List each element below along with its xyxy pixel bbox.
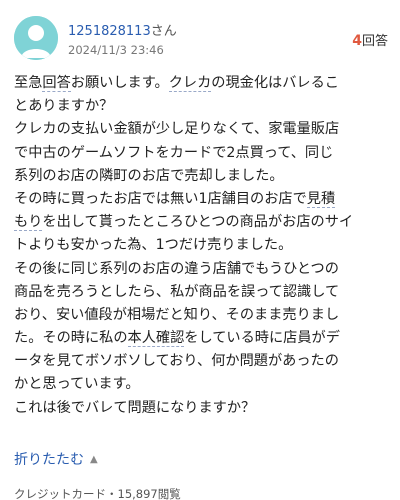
question-text: を出して貰ったところひとつの商品がお店のサイ	[42, 214, 354, 231]
user-honorific: さん	[150, 24, 177, 39]
question-line: かと思っています。	[14, 373, 390, 396]
user-name[interactable]: 1251828113	[68, 24, 151, 39]
question-text: おり、安い値段が相場だと知り、そのまま売りまし	[14, 306, 340, 323]
caret-up-icon: ▲	[90, 454, 98, 465]
keyword-link[interactable]: 本人確認	[127, 330, 185, 348]
question-line: 系列のお店の隣町のお店で売却しました。	[14, 165, 390, 188]
keyword-link[interactable]: 見積	[306, 190, 336, 208]
question-line: クレカの支払い金額が少し足りなくて、家電量販店	[14, 118, 390, 141]
answer-count-suffix: 回答	[361, 34, 388, 49]
question-text: その時に買ったお店では無い1店舗目のお店で	[14, 190, 307, 207]
question-page: 1251828113さん 2024/11/3 23:46 4回答 至急回答お願い…	[0, 0, 400, 500]
question-line: その時に買ったお店では無い1店舗目のお店で見積	[14, 188, 390, 211]
question-text: トよりも安かった為、1つだけ売りました。	[14, 237, 293, 254]
collapse-button[interactable]: 折りたたむ ▲	[14, 449, 98, 469]
keyword-link[interactable]: クレカ	[168, 75, 212, 92]
question-text: 商品を売ろうとしたら、私が商品を誤って認識して	[14, 283, 340, 300]
question-line: 商品を売ろうとしたら、私が商品を誤って認識して	[14, 281, 390, 304]
question-line: 至急回答お願いします。クレカの現金化はバレるこ	[14, 72, 390, 95]
question-line: ータを見てボソボソしており、何か問題があったの	[14, 350, 390, 373]
question-text: で中古のゲームソフトをカードで2点買って、同じ	[14, 144, 334, 161]
answer-count[interactable]: 4回答	[352, 30, 388, 49]
collapse-label: 折りたたむ	[14, 452, 84, 468]
user-avatar-icon[interactable]	[14, 16, 58, 60]
question-text: をしている時に店員がデ	[184, 330, 340, 347]
question-line: これは後でバレて問題になりますか？	[14, 397, 390, 420]
question-text: とありますか？	[14, 98, 114, 115]
keyword-link[interactable]: もり	[14, 214, 43, 232]
question-line: その後に同じ系列のお店の違う店舗でもうひとつの	[14, 258, 390, 281]
question-line: おり、安い値段が相場だと知り、そのまま売りまし	[14, 304, 390, 327]
keyword-link[interactable]: 回答	[42, 75, 71, 92]
question-text: 系列のお店の隣町のお店で売却しました。	[14, 167, 284, 184]
answer-count-number: 4	[352, 33, 362, 49]
question-text: これは後でバレて問題になりますか？	[14, 399, 256, 416]
question-line: で中古のゲームソフトをカードで2点買って、同じ	[14, 142, 390, 165]
question-text: の現金化はバレるこ	[211, 75, 339, 91]
question-header: 1251828113さん 2024/11/3 23:46 4回答	[14, 14, 388, 60]
question-text: お願いします。	[70, 75, 169, 91]
category-views[interactable]: クレジットカード・15,897閲覧	[14, 486, 181, 500]
question-text: その後に同じ系列のお店の違う店舗でもうひとつの	[14, 260, 339, 277]
post-date: 2024/11/3 23:46	[68, 43, 164, 57]
question-text: かと思っています。	[14, 376, 140, 393]
user-name-link[interactable]: 1251828113さん	[68, 20, 177, 39]
question-text: 至急	[14, 75, 43, 91]
question-line: た。その時に私の本人確認をしている時に店員がデ	[14, 327, 390, 350]
question-line: トよりも安かった為、1つだけ売りました。	[14, 234, 390, 257]
question-line: とありますか？	[14, 95, 390, 118]
question-text: た。その時に私の	[14, 330, 128, 347]
question-text: クレカの支払い金額が少し足りなくて、家電量販店	[14, 121, 340, 138]
question-line: もりを出して貰ったところひとつの商品がお店のサイ	[14, 211, 390, 234]
question-body: 至急回答お願いします。クレカの現金化はバレることありますか？ クレカの支払い金額が…	[14, 72, 390, 420]
question-text: ータを見てボソボソしており、何か問題があったの	[14, 353, 339, 370]
